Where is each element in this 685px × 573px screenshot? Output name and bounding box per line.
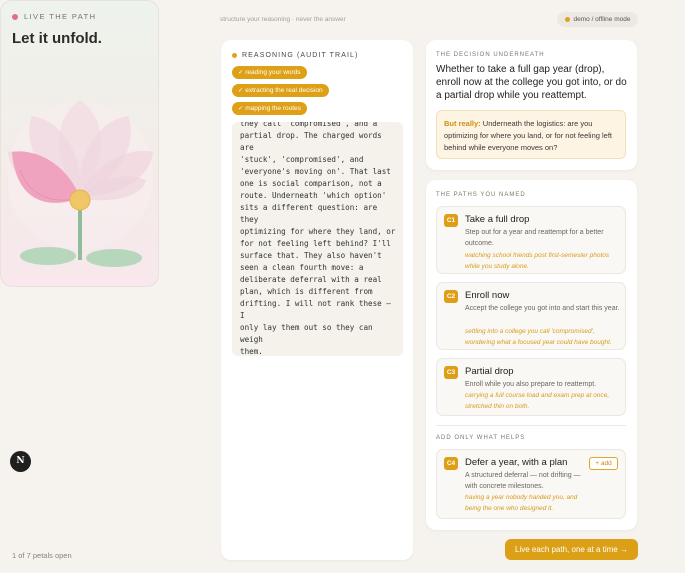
- add-helpers-label: ADD ONLY WHAT HELPS: [436, 435, 526, 441]
- mode-label: demo / offline mode: [573, 16, 631, 23]
- headline: Let it unfold.: [12, 30, 102, 47]
- path-item-c2[interactable]: C2 Enroll now Accept the college you got…: [436, 282, 626, 350]
- reasoning-title: REASONING (AUDIT TRAIL): [242, 52, 359, 59]
- brand: LIVE THE PATH: [12, 12, 96, 21]
- reality-callout: But really: Underneath the logistics: ar…: [436, 110, 626, 159]
- decision-label: THE DECISION UNDERNEATH: [436, 52, 545, 58]
- reasoning-trace-text: they call 'compromised', and a partial d…: [240, 122, 396, 356]
- step-chip-extracting: ✓ extracting the real decision: [232, 84, 329, 97]
- reasoning-header: REASONING (AUDIT TRAIL): [232, 52, 358, 59]
- petal-card: LIVE THE PATH Let it unfold. 1 of 7 peta…: [0, 0, 159, 560]
- live-each-path-button[interactable]: Live each path, one at a time →: [505, 539, 638, 560]
- path-desc: A structured deferral — not drifting — w…: [465, 472, 581, 490]
- path-title: Partial drop: [465, 366, 514, 377]
- reasoning-trace-box[interactable]: they call 'compromised', and a partial d…: [232, 122, 403, 356]
- path-badge: C2: [444, 290, 458, 303]
- decision-card: THE DECISION UNDERNEATH Whether to take …: [426, 40, 637, 170]
- lotus-illustration: [8, 100, 153, 267]
- reality-lead: But really:: [444, 119, 481, 128]
- path-note: watching school friends post first-semes…: [465, 252, 610, 270]
- paths-label: THE PATHS YOU NAMED: [436, 192, 526, 198]
- path-title: Enroll now: [465, 290, 510, 301]
- paths-divider: [436, 425, 626, 426]
- mode-dot-icon: [564, 17, 570, 22]
- path-desc: Accept the college you got into and star…: [465, 305, 620, 312]
- decision-question: Whether to take a full gap year (drop), …: [436, 64, 627, 101]
- nextjs-dev-badge[interactable]: N: [10, 451, 31, 472]
- petals-count: 1 of 7 petals open: [12, 551, 72, 560]
- reasoning-dot-icon: [232, 53, 237, 58]
- path-badge: C1: [444, 214, 458, 227]
- step-chip-mapping: ✓ mapping the routes: [232, 102, 307, 115]
- path-badge: C3: [444, 366, 458, 379]
- step-chip-reading: ✓ reading your words: [232, 66, 307, 79]
- reasoning-card: REASONING (AUDIT TRAIL) ✓ reading your w…: [221, 40, 413, 560]
- path-badge: C4: [444, 457, 458, 470]
- mode-pill[interactable]: demo / offline mode: [557, 12, 638, 27]
- path-title: Defer a year, with a plan: [465, 457, 568, 468]
- add-path-button[interactable]: + add: [589, 457, 618, 470]
- path-note: having a year nobody handed you, and bei…: [465, 494, 578, 512]
- path-desc: Enroll while you also prepare to reattem…: [465, 381, 597, 388]
- path-suggestion-c4[interactable]: C4 Defer a year, with a plan A structure…: [436, 449, 626, 519]
- path-note: carrying a full course load and exam pre…: [465, 392, 610, 410]
- path-note: settling into a college you call 'compro…: [465, 328, 612, 346]
- path-title: Take a full drop: [465, 214, 530, 225]
- brand-label: LIVE THE PATH: [24, 12, 97, 21]
- path-item-c1[interactable]: C1 Take a full drop Step out for a year …: [436, 206, 626, 274]
- path-desc: Step out for a year and reattempt for a …: [465, 229, 604, 247]
- tagline: structure your reasoning · never the ans…: [220, 16, 346, 23]
- path-item-c3[interactable]: C3 Partial drop Enroll while you also pr…: [436, 358, 626, 416]
- brand-dot-icon: [12, 13, 18, 20]
- paths-card: THE PATHS YOU NAMED C1 Take a full drop …: [426, 180, 637, 530]
